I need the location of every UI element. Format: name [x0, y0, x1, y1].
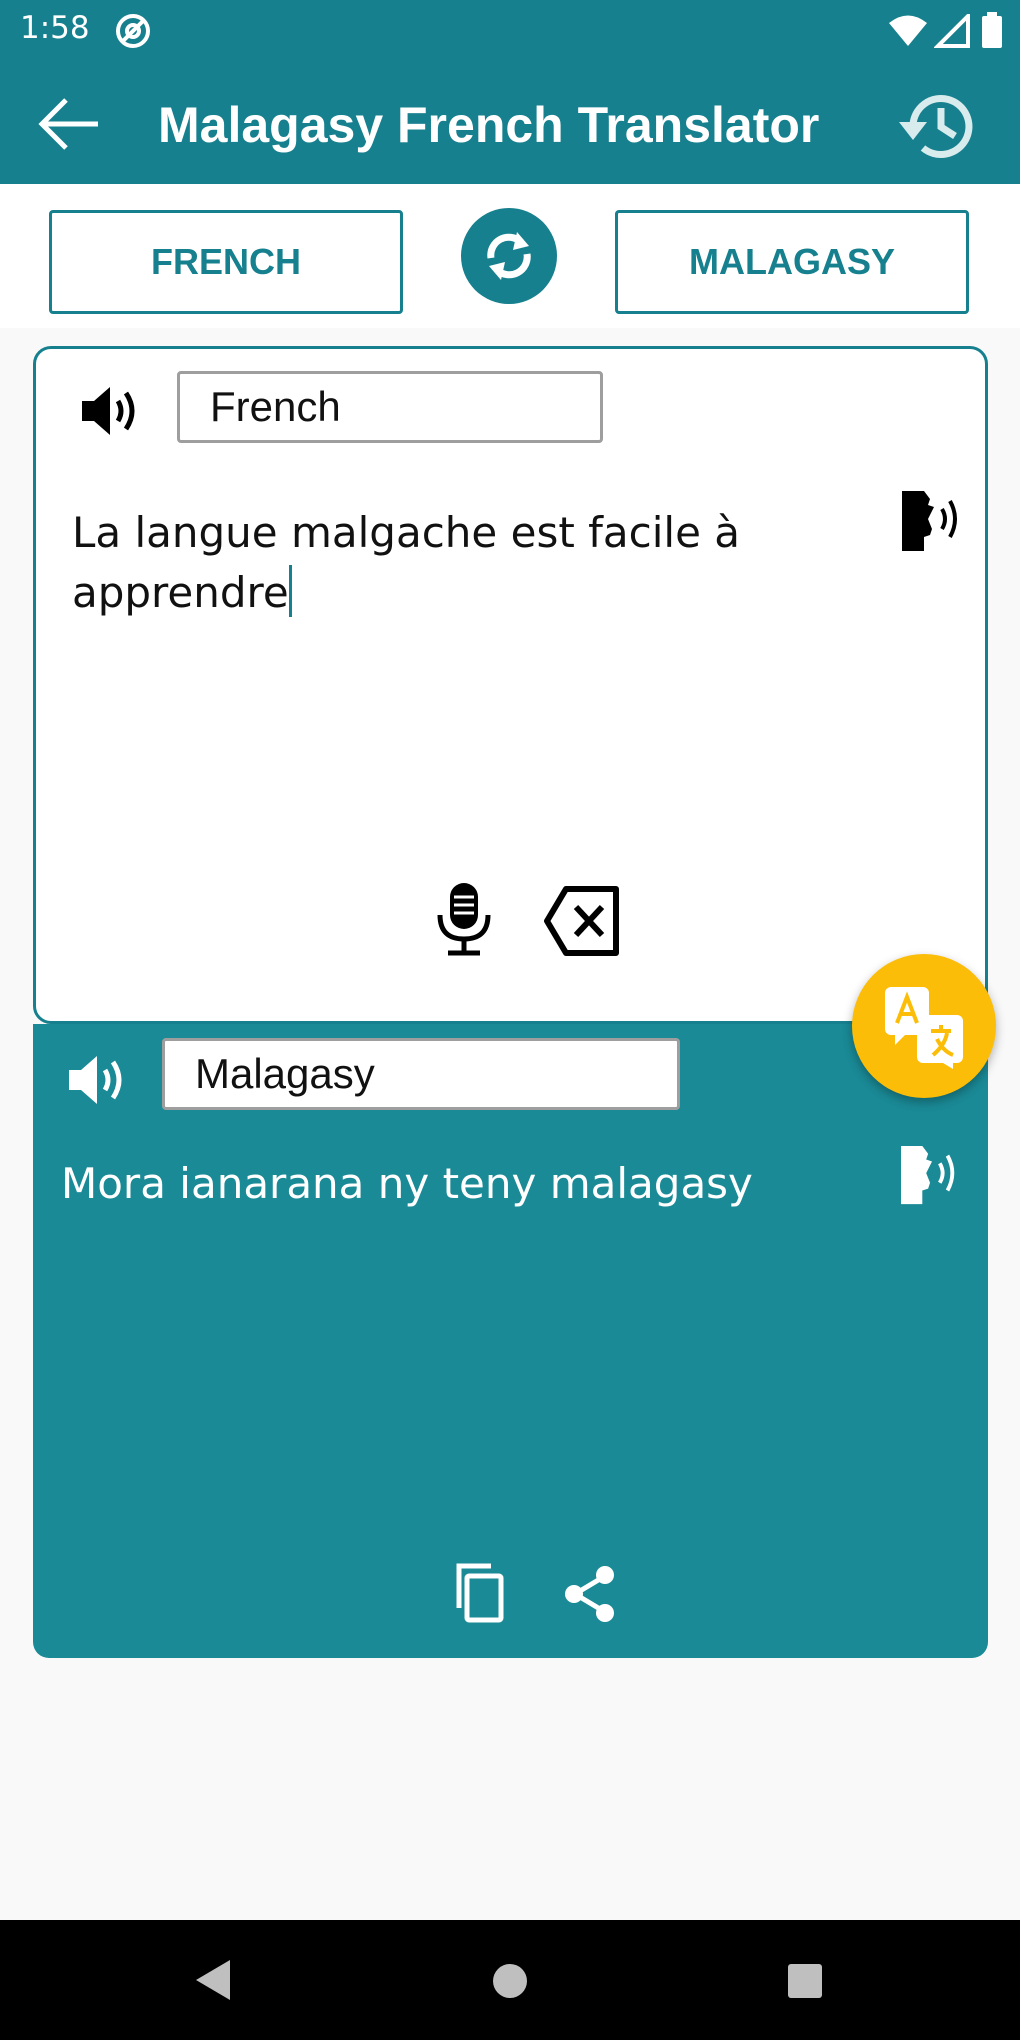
source-language-field[interactable]: French: [177, 371, 603, 443]
source-language-button[interactable]: FRENCH: [49, 210, 403, 314]
source-panel: French La langue malgache est facile à a…: [33, 346, 988, 1024]
home-nav-icon[interactable]: [491, 1962, 529, 2000]
copy-icon[interactable]: [453, 1562, 505, 1624]
signal-icon: [934, 14, 970, 48]
status-bar: 1:58: [0, 0, 1020, 62]
swap-icon: [487, 232, 531, 280]
voice-speak-icon[interactable]: [902, 489, 966, 553]
recents-nav-icon[interactable]: [786, 1962, 824, 2000]
share-icon[interactable]: [561, 1564, 619, 1624]
source-text: La langue malgache est facile à apprendr…: [72, 508, 741, 617]
translated-text: Mora ianarana ny teny malagasy: [61, 1159, 753, 1208]
back-nav-icon[interactable]: [192, 1958, 232, 2002]
swap-languages-button[interactable]: [461, 208, 557, 304]
backspace-icon[interactable]: [544, 885, 620, 957]
system-navigation-bar: [0, 1920, 1020, 2040]
app-bar: Malagasy French Translator: [0, 62, 1020, 184]
target-language-button[interactable]: MALAGASY: [615, 210, 969, 314]
status-time: 1:58: [20, 10, 90, 46]
at-sign-icon: [116, 14, 150, 48]
wifi-icon: [889, 15, 927, 46]
voice-speak-icon[interactable]: [901, 1144, 963, 1206]
language-selector-bar: FRENCH MALAGASY: [0, 184, 1020, 328]
history-icon[interactable]: [893, 82, 979, 168]
target-panel: Malagasy Mora ianarana ny teny malagasy: [33, 1024, 988, 1658]
speaker-icon[interactable]: [80, 383, 146, 439]
page-title: Malagasy French Translator: [158, 97, 820, 153]
arrow-left-icon[interactable]: [36, 90, 104, 158]
text-cursor: [288, 565, 292, 617]
target-language-field[interactable]: Malagasy: [162, 1038, 680, 1110]
microphone-icon[interactable]: [434, 881, 494, 957]
speaker-icon[interactable]: [67, 1052, 133, 1108]
battery-icon: [982, 12, 1002, 48]
translate-icon: [885, 987, 963, 1069]
translate-button[interactable]: [852, 954, 996, 1098]
source-text-input[interactable]: La langue malgache est facile à apprendr…: [72, 503, 892, 623]
